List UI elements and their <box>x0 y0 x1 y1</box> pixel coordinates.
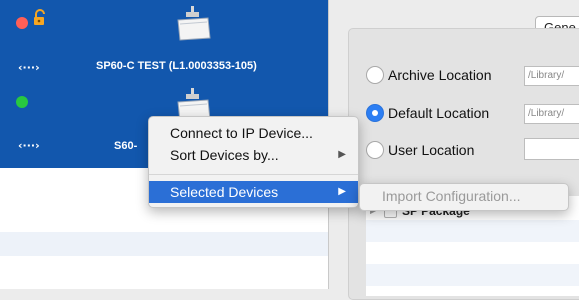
user-location-label: User Location <box>388 142 475 158</box>
menu-item-selected-devices[interactable]: Selected Devices ▶ <box>149 181 358 203</box>
open-lock-icon <box>34 9 45 25</box>
menu-item-import-configuration[interactable]: Import Configuration... <box>382 188 521 204</box>
submenu-arrow-icon: ▶ <box>338 186 346 197</box>
menu-item-label: Connect to IP Device... <box>170 125 313 141</box>
user-location-radio[interactable] <box>366 141 384 159</box>
context-menu: Connect to IP Device... Sort Devices by.… <box>148 116 359 208</box>
empty-list-row <box>0 256 328 280</box>
user-location-path-field[interactable] <box>524 138 579 160</box>
menu-item-connect-to-ip-device[interactable]: Connect to IP Device... <box>149 122 358 144</box>
default-location-radio[interactable] <box>366 104 384 122</box>
archive-location-path-field[interactable]: /Library/ <box>524 66 579 86</box>
device-name-label: S60- <box>114 140 138 152</box>
default-location-label: Default Location <box>388 105 490 121</box>
default-location-path-field[interactable]: /Library/ <box>524 104 579 124</box>
empty-list-row <box>0 232 328 256</box>
device-name-label: SP60-C TEST (L1.0003353-105) <box>96 60 257 72</box>
list-stripe <box>366 220 579 242</box>
archive-location-label: Archive Location <box>388 67 492 83</box>
list-stripe <box>366 264 579 286</box>
device-row-sp60-c-test[interactable]: ‹···› SP60-C TEST (L1.0003353-105) <box>0 0 328 84</box>
settings-panel: Gene Archive Location /Library/ Default … <box>329 0 579 300</box>
menu-item-sort-devices-by[interactable]: Sort Devices by... ▶ <box>149 144 358 166</box>
menu-item-label: Sort Devices by... <box>170 147 279 163</box>
red-status-dot-icon <box>16 17 28 29</box>
package-list: ▶ SP Package <box>366 196 579 296</box>
green-status-dot-icon <box>16 96 28 108</box>
network-link-icon: ‹···› <box>18 61 40 74</box>
archive-location-radio[interactable] <box>366 66 384 84</box>
light-fixture-icon <box>177 6 211 41</box>
selected-devices-submenu: Import Configuration... <box>359 183 569 211</box>
submenu-arrow-icon: ▶ <box>338 149 346 160</box>
menu-separator <box>149 174 358 175</box>
menu-item-label: Selected Devices <box>170 184 279 200</box>
network-link-icon: ‹···› <box>18 139 40 152</box>
